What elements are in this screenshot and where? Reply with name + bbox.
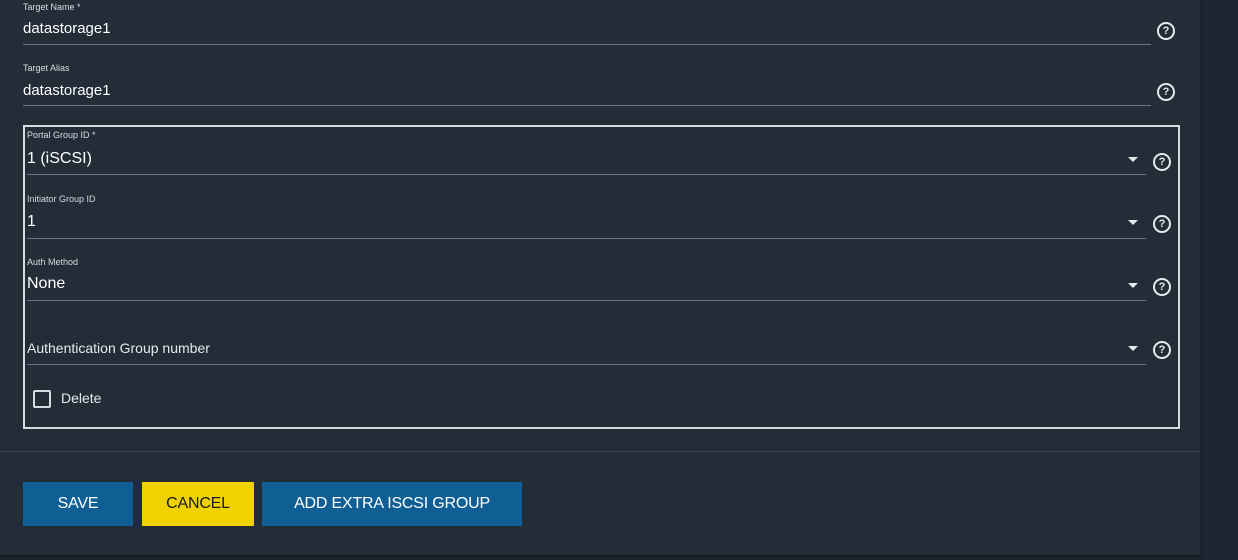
target-name-help-icon[interactable]: ? (1157, 22, 1175, 40)
target-name-field[interactable]: Target Name * datastorage1 (23, 2, 1151, 46)
delete-label[interactable]: Delete (61, 390, 101, 406)
add-extra-iscsi-group-button[interactable]: ADD EXTRA ISCSI GROUP (262, 482, 522, 526)
save-button[interactable]: SAVE (23, 482, 133, 526)
initiator-group-chevron-down-icon[interactable] (1128, 220, 1138, 225)
target-name-underline (23, 44, 1151, 45)
iscsi-target-form-card: Target Name * datastorage1 ? Target Alia… (0, 0, 1200, 555)
target-name-input[interactable]: datastorage1 (23, 20, 111, 37)
auth-group-select[interactable]: Authentication Group number (27, 320, 1146, 366)
auth-method-label: Auth Method (27, 257, 79, 267)
auth-method-underline (27, 300, 1146, 301)
target-alias-underline (23, 105, 1151, 106)
auth-method-value: None (27, 275, 66, 292)
delete-checkbox[interactable] (33, 390, 51, 408)
portal-group-value: 1 (iSCSI) (27, 150, 92, 167)
auth-method-chevron-down-icon[interactable] (1128, 283, 1138, 288)
target-alias-input[interactable]: datastorage1 (23, 82, 111, 99)
portal-group-chevron-down-icon[interactable] (1128, 157, 1138, 162)
target-alias-field[interactable]: Target Alias datastorage1 (23, 63, 1151, 107)
auth-group-help-icon[interactable]: ? (1153, 341, 1171, 359)
portal-group-select[interactable]: Portal Group ID * 1 (iSCSI) (27, 130, 1146, 176)
auth-group-placeholder: Authentication Group number (27, 340, 210, 356)
auth-method-select[interactable]: Auth Method None (27, 257, 1146, 303)
auth-group-underline (27, 364, 1146, 365)
initiator-group-select[interactable]: Initiator Group ID 1 (27, 194, 1146, 240)
target-alias-help-icon[interactable]: ? (1157, 83, 1175, 101)
initiator-group-underline (27, 238, 1146, 239)
auth-method-help-icon[interactable]: ? (1153, 278, 1171, 296)
portal-group-label: Portal Group ID * (27, 130, 96, 140)
initiator-group-label: Initiator Group ID (27, 194, 96, 204)
cancel-button[interactable]: CANCEL (142, 482, 254, 526)
portal-group-underline (27, 174, 1146, 175)
actions-divider (0, 451, 1200, 452)
target-alias-label: Target Alias (23, 63, 70, 73)
auth-group-chevron-down-icon[interactable] (1128, 346, 1138, 351)
portal-group-help-icon[interactable]: ? (1153, 153, 1171, 171)
initiator-group-help-icon[interactable]: ? (1153, 215, 1171, 233)
initiator-group-value: 1 (27, 213, 36, 230)
target-name-label: Target Name * (23, 2, 81, 12)
